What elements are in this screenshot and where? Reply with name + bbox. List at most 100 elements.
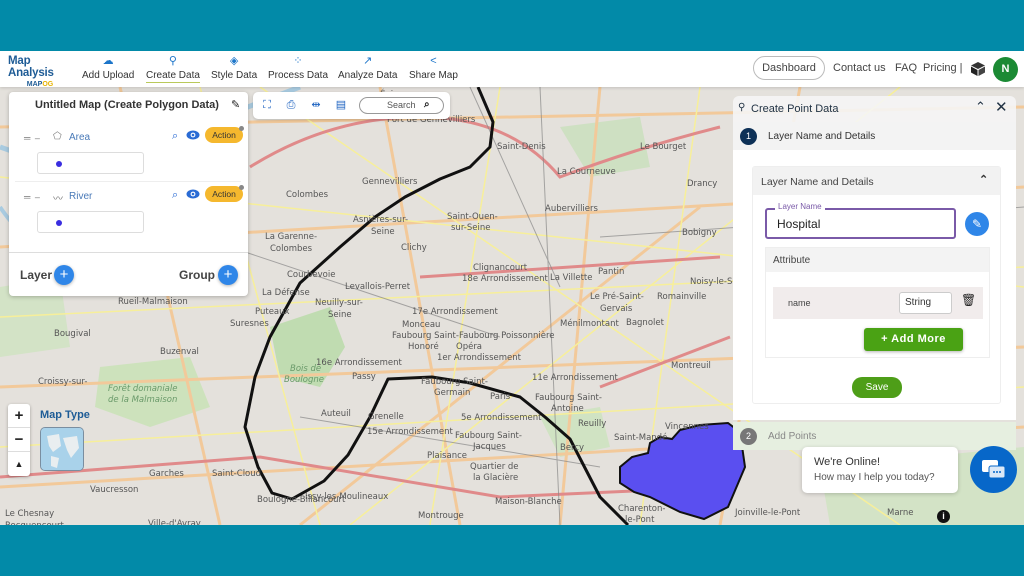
nav-add-upload[interactable]: ☁ Add Upload: [82, 54, 134, 81]
layer-name[interactable]: Area: [69, 132, 90, 143]
step-1[interactable]: 1 Layer Name and Details: [733, 122, 1016, 150]
app-frame: Épinay-sur-Port de GennevilliersSaint-De…: [0, 51, 1024, 525]
nav-analyze-data[interactable]: ↗ Analyze Data: [338, 54, 397, 81]
attribute-name[interactable]: name: [788, 298, 811, 308]
zoom-control: + − ▲: [8, 404, 30, 476]
map-place-label: 18e Arrondissement: [462, 274, 548, 284]
close-icon[interactable]: ✕: [995, 98, 1008, 116]
chat-launcher-button[interactable]: [970, 446, 1017, 493]
pricing-link[interactable]: Pricing |: [923, 62, 963, 74]
action-button[interactable]: Action: [205, 127, 243, 143]
map-place-label: Faubourg Saint-: [535, 393, 602, 403]
map-place-label: Monceau: [402, 320, 441, 330]
search-icon[interactable]: ⌕: [424, 99, 430, 110]
map-place-label: Passy: [352, 372, 376, 382]
map-place-label: Saint-Ouen-: [447, 212, 498, 222]
map-place-label: Germain: [434, 388, 471, 398]
nav-share-map[interactable]: < Share Map: [409, 54, 458, 81]
add-group-button[interactable]: +: [218, 265, 238, 285]
map-place-label: Opéra: [456, 342, 483, 352]
info-icon[interactable]: i: [937, 510, 950, 523]
layer-style-swatch[interactable]: [37, 152, 144, 174]
comment-icon[interactable]: ▤: [334, 98, 348, 112]
panel-title: Create Point Data: [751, 103, 839, 115]
add-layer-button[interactable]: +: [54, 265, 74, 285]
map-place-label: Colombes: [270, 244, 313, 254]
step-number: 1: [740, 128, 757, 145]
save-button[interactable]: Save: [852, 377, 902, 398]
map-place-label: 5e Arrondissement: [461, 413, 542, 423]
cube-icon[interactable]: [970, 61, 986, 77]
nav-process-data[interactable]: ⁘ Process Data: [268, 54, 328, 81]
layer-name-value: Hospital: [777, 217, 821, 231]
layer-panel: Untitled Map (Create Polygon Data) ✎ ═ –…: [9, 92, 248, 296]
map-place-label: Le Bourget: [640, 142, 687, 152]
map-place-label: Drancy: [687, 179, 718, 189]
paint-bucket-icon: ◈: [229, 55, 239, 67]
accordion-header[interactable]: Layer Name and Details ⌃: [753, 167, 1000, 195]
chat-greeting[interactable]: We're Online! How may I help you today?: [802, 447, 958, 493]
drag-handle-icon[interactable]: ═ –: [24, 133, 41, 143]
map-type-switcher[interactable]: [40, 427, 84, 471]
collapse-chevron-icon[interactable]: ⌃: [975, 99, 986, 115]
edit-title-icon[interactable]: ✎: [231, 98, 240, 111]
zoom-in-button[interactable]: +: [8, 404, 30, 428]
map-place-label: Le Pré-Saint-: [590, 292, 644, 302]
delete-trash-icon[interactable]: 🗑: [961, 293, 976, 307]
map-place-label: Bercy: [560, 443, 585, 453]
layer-item-area[interactable]: ═ – ⬠ Area ⌕ Action: [9, 123, 248, 183]
fullscreen-icon[interactable]: ⛶: [260, 98, 274, 112]
brand-logo[interactable]: Map Analysis MAPOG: [8, 55, 72, 88]
measure-icon[interactable]: ⇹: [309, 98, 323, 112]
layer-name-input[interactable]: Layer Name Hospital: [765, 202, 956, 239]
nav-style-data[interactable]: ◈ Style Data: [211, 54, 257, 81]
map-place-label: Ville-d'Avray: [148, 519, 201, 525]
layer-style-swatch[interactable]: [37, 211, 144, 233]
faq-link[interactable]: FAQ: [895, 62, 917, 74]
chat-line-2: How may I help you today?: [814, 472, 935, 483]
user-avatar[interactable]: N: [993, 57, 1018, 82]
map-place-label: Garches: [149, 469, 184, 479]
zoom-out-button[interactable]: −: [8, 428, 30, 452]
globe-thumbnail-icon: [41, 428, 83, 470]
drag-handle-icon[interactable]: ═ –: [24, 192, 41, 202]
add-more-button[interactable]: + Add More: [864, 328, 963, 351]
layer-status-dot: [239, 126, 244, 131]
map-pin-icon: ⚲: [168, 55, 177, 67]
map-place-label: La Défense: [262, 288, 310, 298]
contact-link[interactable]: Contact us: [833, 62, 886, 74]
visibility-eye-icon[interactable]: [186, 189, 200, 199]
map-place-label: Montrouge: [418, 511, 464, 521]
action-button[interactable]: Action: [205, 186, 243, 202]
zoom-to-layer-icon[interactable]: ⌕: [172, 189, 178, 202]
step-number: 2: [740, 428, 757, 445]
visibility-eye-icon[interactable]: [186, 130, 200, 140]
nav-create-data[interactable]: ⚲ Create Data: [146, 54, 200, 83]
map-place-label: Honoré: [408, 342, 439, 352]
accordion-title: Layer Name and Details: [761, 176, 874, 188]
map-place-label: Auteuil: [321, 409, 351, 419]
map-title: Untitled Map (Create Polygon Data): [35, 99, 219, 111]
dashboard-button[interactable]: Dashboard: [753, 56, 825, 80]
map-place-label: Suresnes: [230, 319, 269, 329]
search-box[interactable]: Search ⌕: [359, 97, 444, 114]
map-place-label: sur-Seine: [451, 223, 491, 233]
map-place-label: Vincennes: [665, 422, 709, 432]
layer-item-river[interactable]: ═ – 〰 River ⌕ Action: [9, 182, 248, 242]
north-reset-button[interactable]: ▲: [8, 452, 30, 476]
layer-name[interactable]: River: [69, 191, 92, 202]
map-park-label: Bois de: [290, 364, 322, 374]
edit-pencil-button[interactable]: ✎: [965, 212, 989, 236]
add-group-label: Group: [179, 268, 215, 282]
zoom-to-layer-icon[interactable]: ⌕: [172, 130, 178, 143]
map-place-label: Reuilly: [578, 419, 607, 429]
chevron-up-icon[interactable]: ⌃: [979, 173, 988, 186]
map-place-label: Asnières-sur-: [353, 215, 409, 225]
attribute-type-select[interactable]: String: [899, 292, 952, 314]
map-place-label: Neuilly-sur-: [315, 298, 363, 308]
map-park-label: de la Malmaison: [108, 395, 178, 405]
map-place-label: Faubourg Saint-: [392, 331, 459, 341]
print-icon[interactable]: ⎙: [284, 98, 298, 112]
search-placeholder: Search: [387, 100, 416, 110]
map-place-label: Clignancourt: [473, 263, 528, 273]
